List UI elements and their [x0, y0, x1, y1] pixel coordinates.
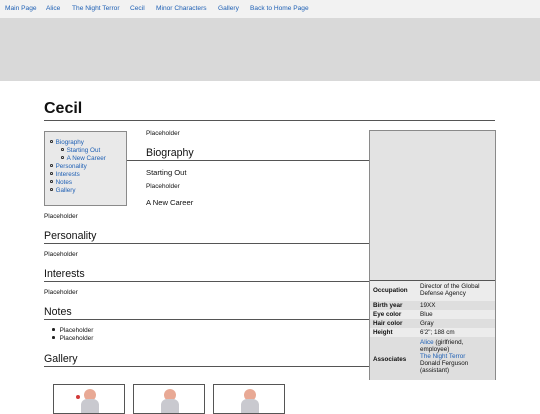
- bullet-icon: [61, 156, 64, 159]
- table-of-contents: Biography Starting Out A New Career Pers…: [44, 131, 127, 206]
- infobox-label: Birth year: [373, 302, 403, 309]
- toc-item-personality[interactable]: Personality: [50, 163, 87, 171]
- gallery-image-3[interactable]: [213, 384, 285, 414]
- toc-item-a-new-career[interactable]: A New Career: [61, 155, 106, 163]
- infobox-label: Hair color: [373, 320, 403, 327]
- nav-link-the-night-terror[interactable]: The Night Terror: [72, 4, 120, 13]
- associate-donald: Donald Ferguson: [420, 360, 469, 367]
- nav-link-gallery[interactable]: Gallery: [218, 4, 239, 13]
- intro-text: Placeholder: [146, 130, 180, 137]
- toc-item-interests[interactable]: Interests: [50, 171, 80, 179]
- bullet-icon: [61, 148, 64, 151]
- gallery-heading: Gallery: [44, 353, 78, 365]
- toc-item-notes[interactable]: Notes: [50, 179, 72, 187]
- personality-heading: Personality: [44, 230, 97, 242]
- nav-link-cecil[interactable]: Cecil: [130, 4, 145, 13]
- infobox-value: Director of the Global Defense Agency: [420, 283, 480, 297]
- notes-item-text: Placeholder: [59, 335, 94, 342]
- character-body-icon: [81, 399, 99, 413]
- infobox-row-occupation: Occupation Director of the Global Defens…: [370, 281, 495, 301]
- toc-item-starting-out[interactable]: Starting Out: [61, 147, 100, 155]
- personality-divider: [44, 243, 369, 244]
- red-mark-icon: [76, 395, 80, 399]
- biography-divider: [127, 160, 369, 161]
- new-career-text: Placeholder: [44, 213, 78, 220]
- bullet-icon: [50, 180, 53, 183]
- bullet-icon: [50, 164, 53, 167]
- infobox-label: Height: [373, 329, 393, 336]
- infobox-row-associates: Associates Alice (girlfriend, employee) …: [370, 337, 495, 380]
- personality-text: Placeholder: [44, 251, 78, 258]
- character-body-icon: [161, 399, 179, 413]
- toc-item-label: Personality: [55, 163, 87, 170]
- infobox-row-birth-year: Birth year 19XX: [370, 301, 495, 310]
- starting-out-heading: Starting Out: [146, 168, 187, 177]
- infobox-label: Eye color: [373, 311, 402, 318]
- notes-list-item: Placeholder: [52, 327, 93, 335]
- infobox-value: 19XX: [420, 302, 436, 309]
- toc-item-label: Biography: [55, 139, 84, 146]
- nav-link-minor-characters[interactable]: Minor Characters: [156, 4, 207, 13]
- infobox-row-eye-color: Eye color Blue: [370, 310, 495, 319]
- notes-item-text: Placeholder: [59, 327, 94, 334]
- infobox-value: Blue: [420, 311, 433, 318]
- header-banner: [0, 18, 540, 81]
- infobox-value-associates: Alice (girlfriend, employee) The Night T…: [420, 339, 494, 374]
- starting-out-text: Placeholder: [146, 183, 180, 190]
- gallery-divider: [44, 366, 369, 367]
- notes-heading: Notes: [44, 306, 72, 318]
- interests-heading: Interests: [44, 268, 85, 280]
- infobox-label: Occupation: [373, 287, 408, 294]
- page-title: Cecil: [44, 100, 83, 117]
- infobox-row-hair-color: Hair color Gray: [370, 319, 495, 328]
- notes-list-item: Placeholder: [52, 335, 93, 343]
- nav-link-back-to-home-page[interactable]: Back to Home Page: [250, 4, 309, 13]
- bullet-icon: [50, 172, 53, 175]
- associate-link-the-night-terror[interactable]: The Night Terror: [420, 353, 465, 360]
- nav-link-alice[interactable]: Alice: [46, 4, 60, 13]
- infobox-label: Associates: [373, 356, 407, 363]
- bullet-icon: [52, 328, 55, 331]
- toc-item-label: Interests: [55, 171, 80, 178]
- top-navigation-bar: Main Page Alice The Night Terror Cecil M…: [0, 0, 540, 19]
- character-body-icon: [241, 399, 259, 413]
- interests-text: Placeholder: [44, 289, 78, 296]
- toc-item-label: Starting Out: [66, 147, 101, 154]
- biography-heading: Biography: [146, 147, 194, 159]
- character-image-placeholder: [370, 131, 495, 281]
- gallery-image-2[interactable]: [133, 384, 205, 414]
- toc-item-label: Gallery: [55, 187, 76, 194]
- toc-item-biography[interactable]: Biography: [50, 139, 84, 147]
- associate-note-donald: (assistant): [420, 367, 450, 374]
- toc-item-label: Notes: [55, 179, 73, 186]
- notes-divider: [44, 319, 369, 320]
- new-career-heading: A New Career: [146, 198, 194, 207]
- toc-item-gallery[interactable]: Gallery: [50, 187, 76, 195]
- toc-item-label: A New Career: [66, 155, 106, 162]
- nav-link-main-page[interactable]: Main Page: [5, 4, 37, 13]
- title-divider: [44, 120, 495, 121]
- bullet-icon: [50, 140, 53, 143]
- infobox-value: 6'2"; 188 cm: [420, 329, 455, 336]
- bullet-icon: [52, 336, 55, 339]
- infobox-value: Gray: [420, 320, 434, 327]
- associate-link-alice[interactable]: Alice: [420, 339, 434, 346]
- bullet-icon: [50, 188, 53, 191]
- interests-divider: [44, 281, 369, 282]
- gallery-image-1[interactable]: [53, 384, 125, 414]
- character-infobox: Occupation Director of the Global Defens…: [369, 130, 496, 380]
- infobox-row-height: Height 6'2"; 188 cm: [370, 328, 495, 337]
